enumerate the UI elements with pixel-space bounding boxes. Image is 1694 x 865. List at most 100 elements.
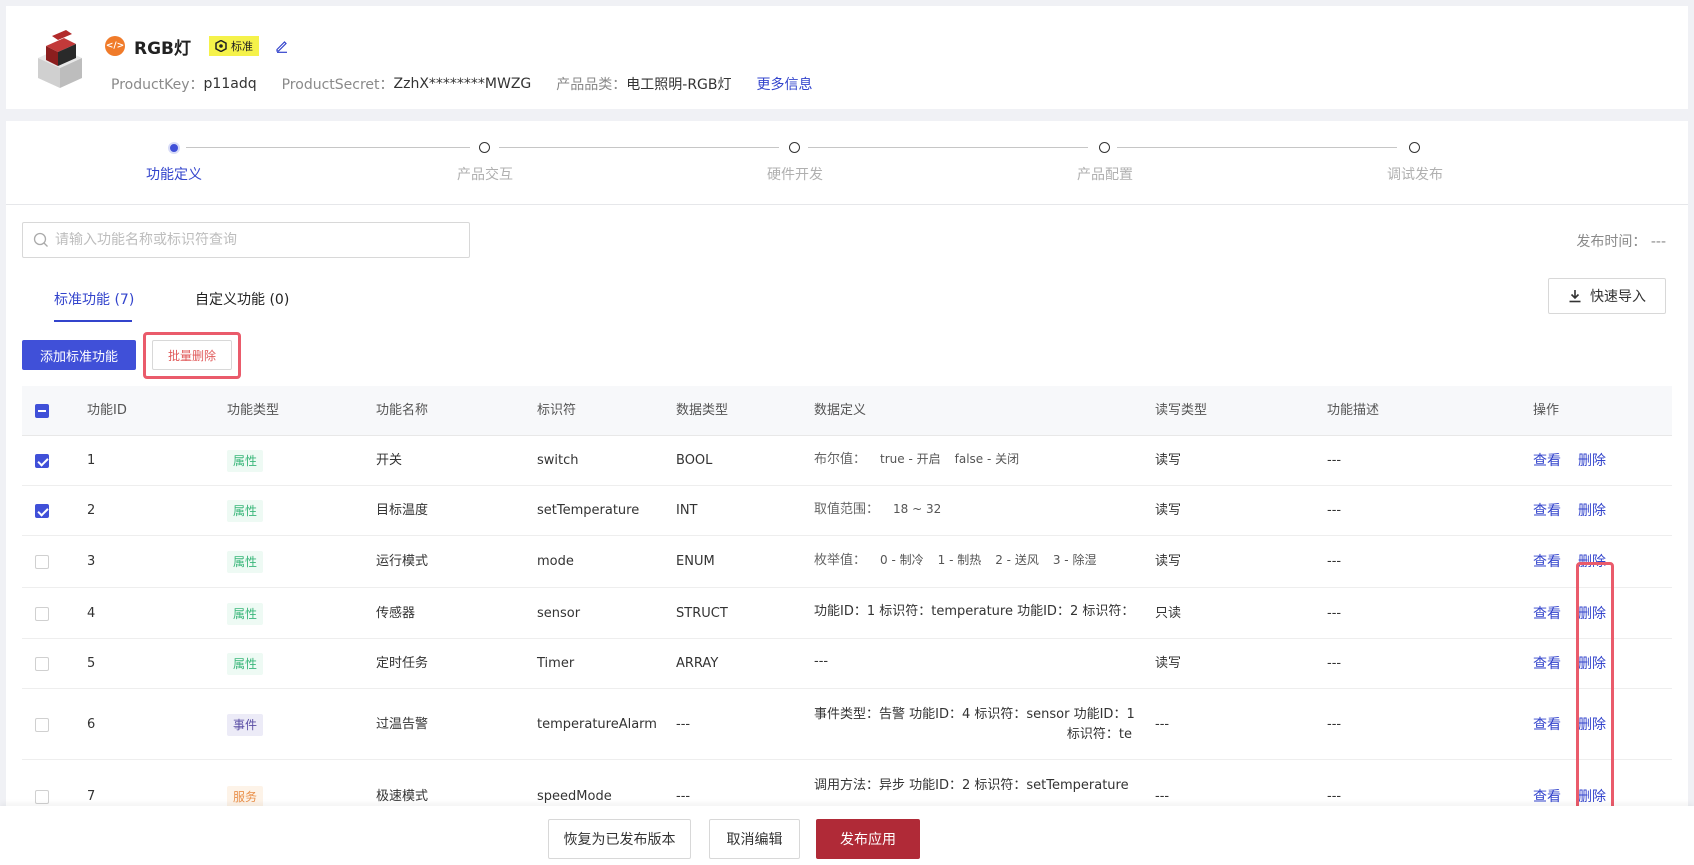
function-type-cell: 属性 <box>227 602 264 625</box>
product-secret-value: ZzhX********MWZG <box>393 76 532 92</box>
quick-import-button[interactable]: 快速导入 <box>1548 278 1666 314</box>
search-icon <box>33 232 48 247</box>
tab-standard-functions[interactable]: 标准功能 (7) <box>54 289 134 309</box>
row-checkbox[interactable] <box>35 657 49 671</box>
data-definition: 布尔值： true - 开启 false - 关闭 <box>814 450 1134 469</box>
definition-line: 事件类型：告警 功能ID：4 标识符：sensor 功能ID：1 <box>814 706 1134 722</box>
definition-label: 布尔值： <box>814 452 867 467</box>
definition-label: 枚举值： <box>814 553 867 568</box>
product-secret-label: ProductSecret： <box>281 77 394 93</box>
function-type-cell: 事件 <box>227 713 264 736</box>
row-checkbox[interactable] <box>35 555 49 569</box>
delete-link[interactable]: 删除 <box>1578 452 1606 470</box>
view-link[interactable]: 查看 <box>1533 605 1561 623</box>
function-type-tag: 属性 <box>227 500 264 522</box>
definition-value: 3 - 除湿 <box>1052 553 1097 567</box>
step-dot-2[interactable] <box>479 142 490 153</box>
column-header: 功能ID <box>87 403 127 418</box>
row-checkbox[interactable] <box>35 717 49 732</box>
function-type-cell: 属性 <box>227 551 264 573</box>
function-id: 3 <box>87 554 96 569</box>
read-write-type: 读写 <box>1155 656 1182 671</box>
step-dot-1[interactable] <box>168 142 180 154</box>
search-box[interactable] <box>22 222 470 258</box>
definition-value: 18 ~ 32 <box>893 502 942 516</box>
quick-import-label: 快速导入 <box>1590 288 1646 304</box>
step-dot-5[interactable] <box>1409 142 1420 153</box>
function-name: 目标温度 <box>376 503 429 518</box>
cancel-edit-button[interactable]: 取消编辑 <box>709 819 800 859</box>
view-link[interactable]: 查看 <box>1533 655 1561 673</box>
row-checkbox[interactable] <box>35 504 49 518</box>
function-identifier: mode <box>537 554 574 569</box>
definition-line: --- <box>814 654 829 669</box>
step-connector <box>186 147 470 148</box>
definition-value: false - 关闭 <box>954 452 1020 466</box>
step-connector <box>499 147 779 148</box>
delete-link[interactable]: 删除 <box>1578 502 1606 520</box>
progress-steps: 功能定义 产品交互 硬件开发 产品配置 调试发布 <box>6 121 1688 205</box>
data-type: --- <box>676 716 691 732</box>
data-type: --- <box>676 788 691 804</box>
active-tab-indicator <box>54 320 132 322</box>
download-icon <box>1569 290 1581 303</box>
product-title: RGB灯 <box>134 38 192 59</box>
select-all-checkbox[interactable] <box>35 404 49 418</box>
read-write-type: 读写 <box>1155 503 1182 518</box>
function-description: --- <box>1327 554 1342 569</box>
restore-published-button[interactable]: 恢复为已发布版本 <box>548 819 691 859</box>
column-header: 数据类型 <box>676 403 729 418</box>
category-label: 产品品类： <box>556 77 627 93</box>
read-write-type: 读写 <box>1155 453 1182 468</box>
table-body: 1 属性 开关 switch BOOL 布尔值： true - 开启 false - 关闭 读写… <box>22 436 1672 833</box>
function-description: --- <box>1327 656 1342 671</box>
batch-delete-button[interactable]: 批量删除 <box>152 340 232 370</box>
badge-label: 标准 <box>231 40 254 53</box>
step-label-4[interactable]: 产品配置 <box>1077 164 1133 184</box>
column-header: 功能名称 <box>376 403 429 418</box>
search-input[interactable] <box>55 232 455 248</box>
function-identifier: speedMode <box>537 788 612 804</box>
publish-app-button[interactable]: 发布应用 <box>816 819 920 859</box>
more-info-link[interactable]: 更多信息 <box>757 74 813 94</box>
definition-label: 取值范围： <box>814 502 880 517</box>
function-type-tag: 属性 <box>227 551 264 573</box>
table-header: 功能ID 功能类型 功能名称 标识符 数据类型 数据定义 读写类型 功能描述 操… <box>22 386 1672 436</box>
table-row: 5 属性 定时任务 Timer ARRAY --- 读写 --- 查看 删除 <box>22 639 1672 689</box>
view-link[interactable]: 查看 <box>1533 716 1561 734</box>
row-checkbox[interactable] <box>35 789 49 804</box>
function-identifier: Timer <box>537 656 575 671</box>
edit-icon[interactable] <box>275 39 289 53</box>
view-link[interactable]: 查看 <box>1533 502 1561 520</box>
standard-badge: 标准 <box>209 36 260 56</box>
view-link[interactable]: 查看 <box>1533 553 1561 571</box>
product-image <box>38 30 82 88</box>
tab-custom-functions[interactable]: 自定义功能 (0) <box>195 289 289 309</box>
function-id: 7 <box>87 788 96 804</box>
step-label-1[interactable]: 功能定义 <box>146 164 202 184</box>
function-identifier: setTemperature <box>537 503 640 518</box>
data-type: ENUM <box>676 554 715 569</box>
product-meta: ProductKey： p11adq ProductSecret： ZzhX**… <box>111 74 813 94</box>
step-dot-4[interactable] <box>1099 142 1110 153</box>
main-panel: 功能定义 产品交互 硬件开发 产品配置 调试发布 发布时间： --- 标准功能 … <box>6 121 1688 865</box>
function-id: 6 <box>87 716 96 732</box>
table-row: 6 事件 过温告警 temperatureAlarm --- 事件类型：告警 功能ID：4… <box>22 689 1672 760</box>
step-label-5[interactable]: 调试发布 <box>1387 164 1443 184</box>
column-header: 功能类型 <box>227 403 280 418</box>
product-header: </> RGB灯 标准 ProductKey： p11adq ProductSe… <box>6 6 1688 109</box>
step-label-3[interactable]: 硬件开发 <box>767 164 823 184</box>
step-dot-3[interactable] <box>789 142 800 153</box>
column-header: 读写类型 <box>1155 403 1208 418</box>
function-id: 1 <box>87 453 96 468</box>
function-description: --- <box>1327 788 1342 804</box>
row-checkbox[interactable] <box>35 454 49 468</box>
row-checkbox[interactable] <box>35 606 49 621</box>
view-link[interactable]: 查看 <box>1533 452 1561 470</box>
hexagon-icon <box>215 40 227 52</box>
view-link[interactable]: 查看 <box>1533 788 1561 806</box>
table-row: 3 属性 运行模式 mode ENUM 枚举值： 0 - 制冷 1 - 制热 2 - 送风 3 -… <box>22 536 1672 588</box>
step-label-2[interactable]: 产品交互 <box>457 164 513 184</box>
add-standard-function-button[interactable]: 添加标准功能 <box>22 340 136 370</box>
definition-value: 0 - 制冷 <box>880 553 924 567</box>
